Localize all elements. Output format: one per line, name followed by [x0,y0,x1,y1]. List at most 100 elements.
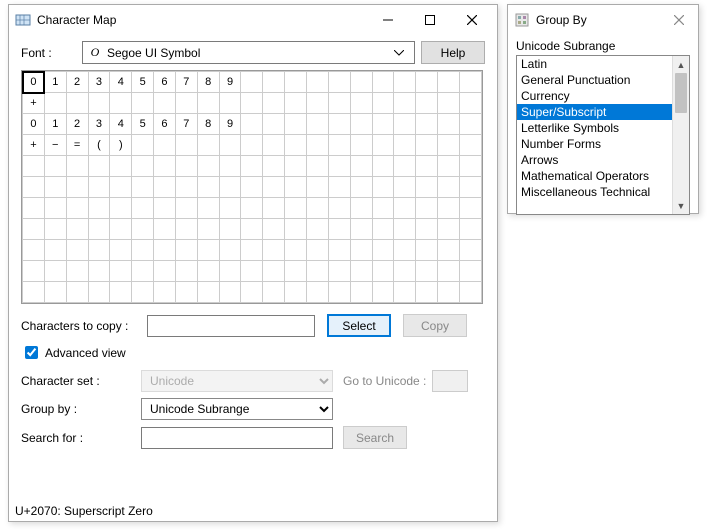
grid-cell[interactable] [350,177,372,198]
close-button[interactable] [451,6,493,34]
list-item[interactable]: Letterlike Symbols [517,120,672,136]
grid-cell[interactable]: 8 [197,114,219,135]
grid-cell[interactable] [285,135,307,156]
list-item[interactable]: General Punctuation [517,72,672,88]
grid-cell[interactable] [306,156,328,177]
grid-cell[interactable] [328,156,350,177]
grid-cell[interactable] [306,219,328,240]
scrollbar[interactable]: ▲ ▼ [672,56,689,214]
grid-cell[interactable] [372,219,394,240]
grid-cell[interactable] [416,72,438,93]
grid-cell[interactable]: 3 [88,114,110,135]
grid-cell[interactable]: ) [110,135,132,156]
grid-cell[interactable] [197,219,219,240]
grid-cell[interactable] [241,198,263,219]
list-item[interactable]: Mathematical Operators [517,168,672,184]
list-item[interactable]: Number Forms [517,136,672,152]
grid-cell[interactable] [285,219,307,240]
grid-cell[interactable] [197,156,219,177]
grid-cell[interactable]: 6 [154,72,176,93]
scroll-up-icon[interactable]: ▲ [673,56,689,73]
scroll-thumb[interactable] [675,73,687,113]
search-input[interactable] [141,427,333,449]
grid-cell[interactable] [241,156,263,177]
search-button[interactable]: Search [343,426,407,449]
help-button[interactable]: Help [421,41,485,64]
grid-cell[interactable] [175,156,197,177]
grid-cell[interactable] [394,261,416,282]
grid-cell[interactable] [219,240,241,261]
grid-cell[interactable] [350,282,372,303]
grid-cell[interactable] [241,72,263,93]
grid-cell[interactable] [23,219,45,240]
grid-cell[interactable] [110,261,132,282]
grid-cell[interactable] [44,156,66,177]
grid-cell[interactable] [197,261,219,282]
grid-cell[interactable] [23,156,45,177]
grid-cell[interactable] [372,198,394,219]
grid-cell[interactable] [44,93,66,114]
grid-cell[interactable] [154,93,176,114]
grid-cell[interactable]: + [23,135,45,156]
grid-cell[interactable] [23,198,45,219]
grid-cell[interactable] [372,282,394,303]
advanced-view-checkbox[interactable]: Advanced view [21,343,485,362]
grid-cell[interactable] [219,282,241,303]
grid-cell[interactable] [438,93,460,114]
grid-cell[interactable] [394,219,416,240]
grid-cell[interactable]: 1 [44,72,66,93]
grid-cell[interactable] [263,114,285,135]
grid-cell[interactable] [197,177,219,198]
grid-cell[interactable] [263,72,285,93]
subrange-listbox[interactable]: LatinGeneral PunctuationCurrencySuper/Su… [516,55,690,215]
grid-cell[interactable] [44,177,66,198]
grid-cell[interactable] [416,282,438,303]
grid-cell[interactable]: 0 [23,72,45,93]
grid-cell[interactable] [416,198,438,219]
grid-cell[interactable] [438,135,460,156]
grid-cell[interactable] [263,219,285,240]
grid-cell[interactable] [328,135,350,156]
grid-cell[interactable] [438,261,460,282]
grid-cell[interactable] [154,261,176,282]
grid-cell[interactable] [88,93,110,114]
grid-cell[interactable] [459,135,481,156]
maximize-button[interactable] [409,6,451,34]
grid-cell[interactable]: 1 [44,114,66,135]
grid-cell[interactable] [438,177,460,198]
grid-cell[interactable] [219,198,241,219]
grid-cell[interactable] [306,261,328,282]
grid-cell[interactable] [306,72,328,93]
grid-cell[interactable] [306,114,328,135]
grid-cell[interactable] [110,219,132,240]
grid-cell[interactable] [132,282,154,303]
grid-cell[interactable] [132,219,154,240]
grid-cell[interactable] [285,198,307,219]
grid-cell[interactable] [350,261,372,282]
list-item[interactable]: Currency [517,88,672,104]
grid-cell[interactable] [438,282,460,303]
grid-cell[interactable] [154,219,176,240]
grid-cell[interactable] [416,135,438,156]
grid-cell[interactable] [372,72,394,93]
grid-cell[interactable] [306,240,328,261]
font-dropdown[interactable]: O Segoe UI Symbol [82,41,415,64]
grid-cell[interactable] [263,177,285,198]
goto-unicode-input[interactable] [432,370,468,392]
grid-cell[interactable] [175,93,197,114]
grid-cell[interactable] [44,261,66,282]
grid-cell[interactable]: ( [88,135,110,156]
grid-cell[interactable] [394,240,416,261]
grid-cell[interactable] [110,240,132,261]
grid-cell[interactable] [394,135,416,156]
grid-cell[interactable] [175,219,197,240]
grid-cell[interactable] [285,177,307,198]
grid-cell[interactable] [328,240,350,261]
grid-cell[interactable] [416,177,438,198]
grid-cell[interactable] [328,261,350,282]
grid-cell[interactable] [175,261,197,282]
grid-cell[interactable]: 7 [175,114,197,135]
grid-cell[interactable] [350,72,372,93]
grid-cell[interactable] [132,198,154,219]
grid-cell[interactable] [416,114,438,135]
